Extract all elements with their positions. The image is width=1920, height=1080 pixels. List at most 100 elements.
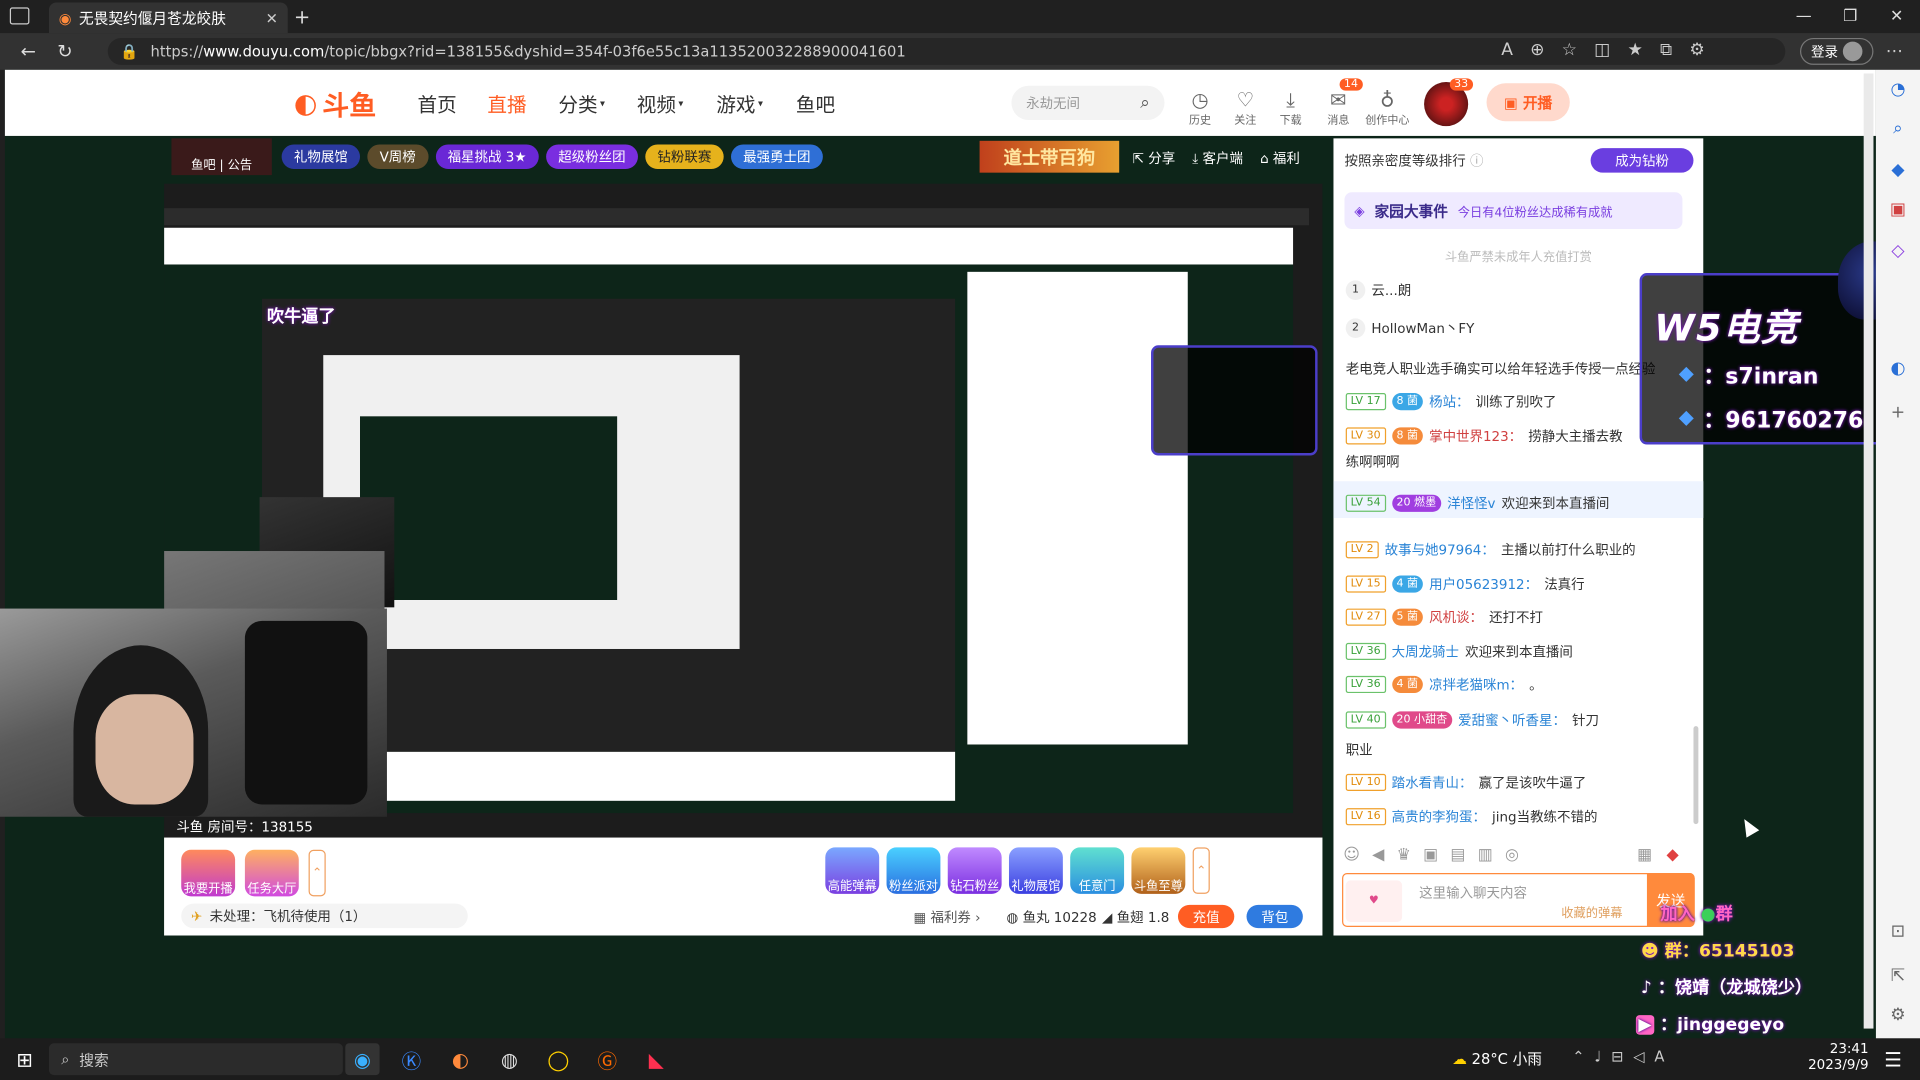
barrage-icon[interactable]: ▤ bbox=[1450, 846, 1465, 864]
download-button[interactable]: ⤓ 下载 bbox=[1269, 81, 1313, 128]
search-input[interactable]: 永劫无间 ⌕ bbox=[1011, 85, 1165, 121]
more-menu-icon[interactable]: ⋯ bbox=[1886, 42, 1903, 62]
taskbar-clock[interactable]: 23:41 2023/9/9 bbox=[1793, 1041, 1868, 1073]
become-diamond-button[interactable]: 成为钻粉 bbox=[1590, 148, 1694, 173]
backpack-button[interactable]: 背包 bbox=[1246, 904, 1303, 929]
tag-icon[interactable]: ◆ bbox=[1886, 160, 1910, 184]
close-window-icon[interactable]: ✕ bbox=[1873, 0, 1920, 33]
douyu-app-icon[interactable]: ◐ bbox=[443, 1043, 477, 1075]
expand-right-icon[interactable]: ⌃ bbox=[1192, 847, 1210, 894]
gift-any-door[interactable]: 任意门 bbox=[1070, 847, 1125, 894]
browser-tab[interactable]: ◉ 无畏契约偃月苍龙皎肤 ✕ bbox=[48, 2, 288, 34]
username[interactable]: 掌中世界123： bbox=[1429, 426, 1522, 446]
search-icon[interactable]: ⌕ bbox=[1140, 93, 1150, 113]
username[interactable]: 杨站： bbox=[1429, 392, 1469, 412]
username[interactable]: 故事与她97964： bbox=[1385, 540, 1495, 560]
restore-icon[interactable]: ❐ bbox=[1827, 0, 1874, 33]
minimize-icon[interactable]: — bbox=[1780, 0, 1827, 33]
fan-icon[interactable]: ▣ bbox=[1423, 846, 1438, 864]
gift-fan-party[interactable]: 粉丝派对 bbox=[886, 847, 941, 894]
share-button[interactable]: ⇱ 分享 bbox=[1133, 148, 1176, 168]
games-icon[interactable]: ◇ bbox=[1886, 241, 1910, 265]
chat-scrollbar[interactable] bbox=[1693, 726, 1699, 825]
super-fan-pill[interactable]: 超级粉丝团 bbox=[545, 144, 638, 169]
username[interactable]: 高贵的李狗蛋： bbox=[1392, 807, 1486, 827]
lucky-challenge-pill[interactable]: 福星挑战 3★ bbox=[435, 144, 539, 169]
favorites-icon[interactable]: ★ bbox=[1627, 40, 1642, 60]
history-button[interactable]: ◷ 历史 bbox=[1178, 81, 1222, 128]
start-live-button[interactable]: 我要开播 bbox=[181, 849, 236, 897]
bell-icon[interactable]: ◔ bbox=[1886, 80, 1910, 104]
gift-gift-hall[interactable]: 礼物展馆 bbox=[1008, 847, 1063, 894]
gift-diamond-fan[interactable]: 钻石粉丝 bbox=[947, 847, 1002, 894]
fishbar-notice[interactable]: 鱼吧 | 公告 bbox=[171, 138, 272, 176]
game-ring-icon[interactable]: ◯ bbox=[541, 1043, 575, 1075]
rank-row[interactable]: 1 云...朗 bbox=[1345, 280, 1411, 301]
task-hall-button[interactable]: 任务大厅 bbox=[244, 849, 299, 897]
username[interactable]: 风机谈： bbox=[1429, 607, 1483, 627]
avatar[interactable]: 33 bbox=[1424, 78, 1474, 127]
volume-icon[interactable]: ◁ bbox=[1633, 1048, 1644, 1065]
refresh-icon[interactable]: ↻ bbox=[47, 40, 84, 62]
welfare-button[interactable]: ⌂ 福利 bbox=[1260, 148, 1300, 168]
douyu-logo[interactable]: ◐ 斗鱼 bbox=[294, 86, 382, 123]
nav-video[interactable]: 视频 ▾ bbox=[637, 88, 684, 117]
messages-button[interactable]: ✉ 消息 14 bbox=[1316, 78, 1363, 127]
toolbox-icon[interactable]: ▣ bbox=[1886, 200, 1910, 224]
office-icon[interactable]: ◐ bbox=[1886, 359, 1910, 383]
username[interactable]: 爱甜蜜丶听香星： bbox=[1458, 710, 1566, 730]
tab-actions-icon[interactable] bbox=[9, 7, 30, 25]
welfare-coupon-link[interactable]: ▦ 福利券 › bbox=[913, 907, 980, 927]
screenshot-icon[interactable]: ⊡ bbox=[1886, 922, 1910, 946]
filter-icon[interactable]: ▦ bbox=[1637, 846, 1652, 864]
nav-home[interactable]: 首页 bbox=[418, 88, 457, 117]
back-icon[interactable]: ← bbox=[10, 40, 47, 62]
read-aloud-icon[interactable]: A bbox=[1501, 40, 1513, 60]
username[interactable]: 洋怪怪v bbox=[1447, 493, 1495, 513]
search-icon[interactable]: ⌕ bbox=[1886, 119, 1910, 143]
network-icon[interactable]: ⊟ bbox=[1611, 1048, 1623, 1065]
windows-start-icon[interactable]: ⊞ bbox=[7, 1043, 41, 1075]
nav-fishbar[interactable]: 鱼吧 bbox=[796, 88, 835, 117]
creator-center-button[interactable]: ♁ 创作中心 bbox=[1363, 81, 1412, 128]
red-packet-icon[interactable]: ◆ bbox=[1667, 846, 1679, 864]
expand-left-icon[interactable]: ⌃ bbox=[308, 849, 326, 897]
microphone-icon[interactable]: ♩ bbox=[1594, 1048, 1601, 1065]
recharge-button[interactable]: 充值 bbox=[1177, 904, 1235, 929]
close-tab-icon[interactable]: ✕ bbox=[266, 9, 278, 26]
new-tab-icon[interactable]: + bbox=[294, 5, 310, 28]
username[interactable]: 用户05623912： bbox=[1429, 574, 1538, 594]
settings-gear-icon[interactable]: ⚙ bbox=[1886, 1005, 1910, 1029]
event-banner[interactable]: 道士带百狗 bbox=[979, 140, 1120, 173]
saved-danmu-link[interactable]: 收藏的弹幕 bbox=[1561, 902, 1622, 920]
crown-icon[interactable]: ♛ bbox=[1397, 846, 1411, 864]
split-view-icon[interactable]: ◫ bbox=[1594, 40, 1610, 60]
home-event-banner[interactable]: ◈ 家园大事件 今日有4位粉丝达成稀有成就 bbox=[1344, 192, 1683, 229]
weekly-rank-pill[interactable]: V周榜 bbox=[367, 144, 428, 169]
username[interactable]: 大周龙骑士 bbox=[1392, 642, 1459, 662]
add-icon[interactable]: + bbox=[1886, 403, 1910, 427]
horn-icon[interactable]: ◀ bbox=[1372, 846, 1384, 864]
client-button[interactable]: ⤓ 客户端 bbox=[1192, 148, 1243, 168]
extensions-icon[interactable]: ⚙ bbox=[1689, 40, 1704, 60]
gift-high-energy[interactable]: 高能弹幕 bbox=[825, 847, 880, 894]
weather-widget[interactable]: ☁ 28°C 小雨 bbox=[1452, 1048, 1542, 1069]
chat-input-placeholder[interactable]: 这里输入聊天内容 bbox=[1419, 883, 1527, 903]
ime-icon[interactable]: A bbox=[1654, 1048, 1664, 1065]
g-app-icon[interactable]: Ⓖ bbox=[590, 1043, 624, 1075]
collections-icon[interactable]: ⧉ bbox=[1660, 40, 1672, 60]
warrior-team-pill[interactable]: 最强勇士团 bbox=[730, 144, 823, 169]
nav-category[interactable]: 分类 ▾ bbox=[558, 88, 605, 117]
open-external-icon[interactable]: ⇱ bbox=[1886, 966, 1910, 990]
notification-center-icon[interactable]: ☰ bbox=[1876, 1043, 1910, 1075]
help-icon[interactable]: ⓘ bbox=[1470, 153, 1483, 169]
login-button[interactable]: 登录 bbox=[1800, 37, 1874, 65]
start-broadcast-button[interactable]: ▣ 开播 bbox=[1486, 83, 1570, 122]
follow-button[interactable]: ♡ 关注 bbox=[1223, 81, 1267, 128]
edge-icon[interactable]: ◉ bbox=[345, 1043, 380, 1076]
username[interactable]: 凉拌老猫咪m： bbox=[1429, 675, 1523, 695]
nav-live[interactable]: 直播 bbox=[487, 88, 526, 117]
mode-icon[interactable]: ▥ bbox=[1478, 846, 1493, 864]
gift-supreme[interactable]: 斗鱼至尊 bbox=[1131, 847, 1186, 894]
color-icon[interactable]: ◎ bbox=[1505, 846, 1519, 864]
